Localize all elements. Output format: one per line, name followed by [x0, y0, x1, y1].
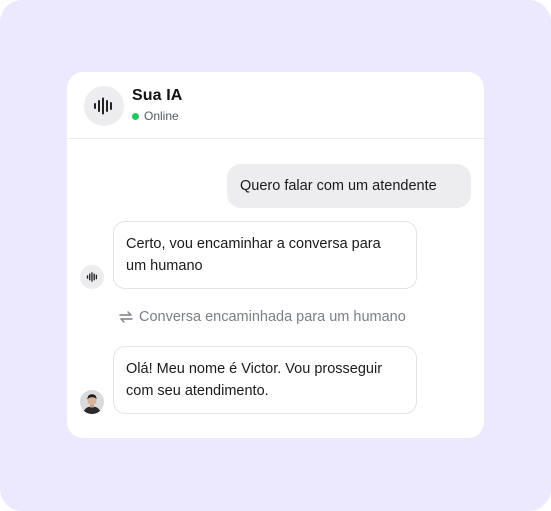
online-dot-icon	[132, 112, 139, 120]
human-agent-avatar	[80, 390, 104, 414]
audio-waveform-icon	[86, 272, 97, 282]
chat-header: Sua IA Online	[67, 72, 484, 139]
user-message-bubble: Quero falar com um atendente	[227, 164, 471, 208]
ai-message-bubble: Certo, vou encaminhar a conversa para um…	[113, 221, 417, 289]
transfer-arrows-icon	[119, 311, 133, 323]
handoff-notice: Conversa encaminhada para um humano	[119, 309, 406, 325]
human-agent-message-bubble: Olá! Meu nome é Victor. Vou prosseguir c…	[113, 346, 417, 414]
person-photo	[80, 390, 104, 414]
agent-avatar	[84, 86, 124, 126]
chat-card: Sua IA Online Quero falar com um atenden…	[67, 72, 484, 438]
agent-name: Sua IA	[132, 87, 183, 104]
handoff-text: Conversa encaminhada para um humano	[139, 309, 406, 325]
status-indicator: Online	[132, 109, 179, 123]
ai-avatar	[80, 265, 104, 289]
status-text: Online	[144, 109, 179, 123]
audio-waveform-icon	[94, 97, 112, 115]
